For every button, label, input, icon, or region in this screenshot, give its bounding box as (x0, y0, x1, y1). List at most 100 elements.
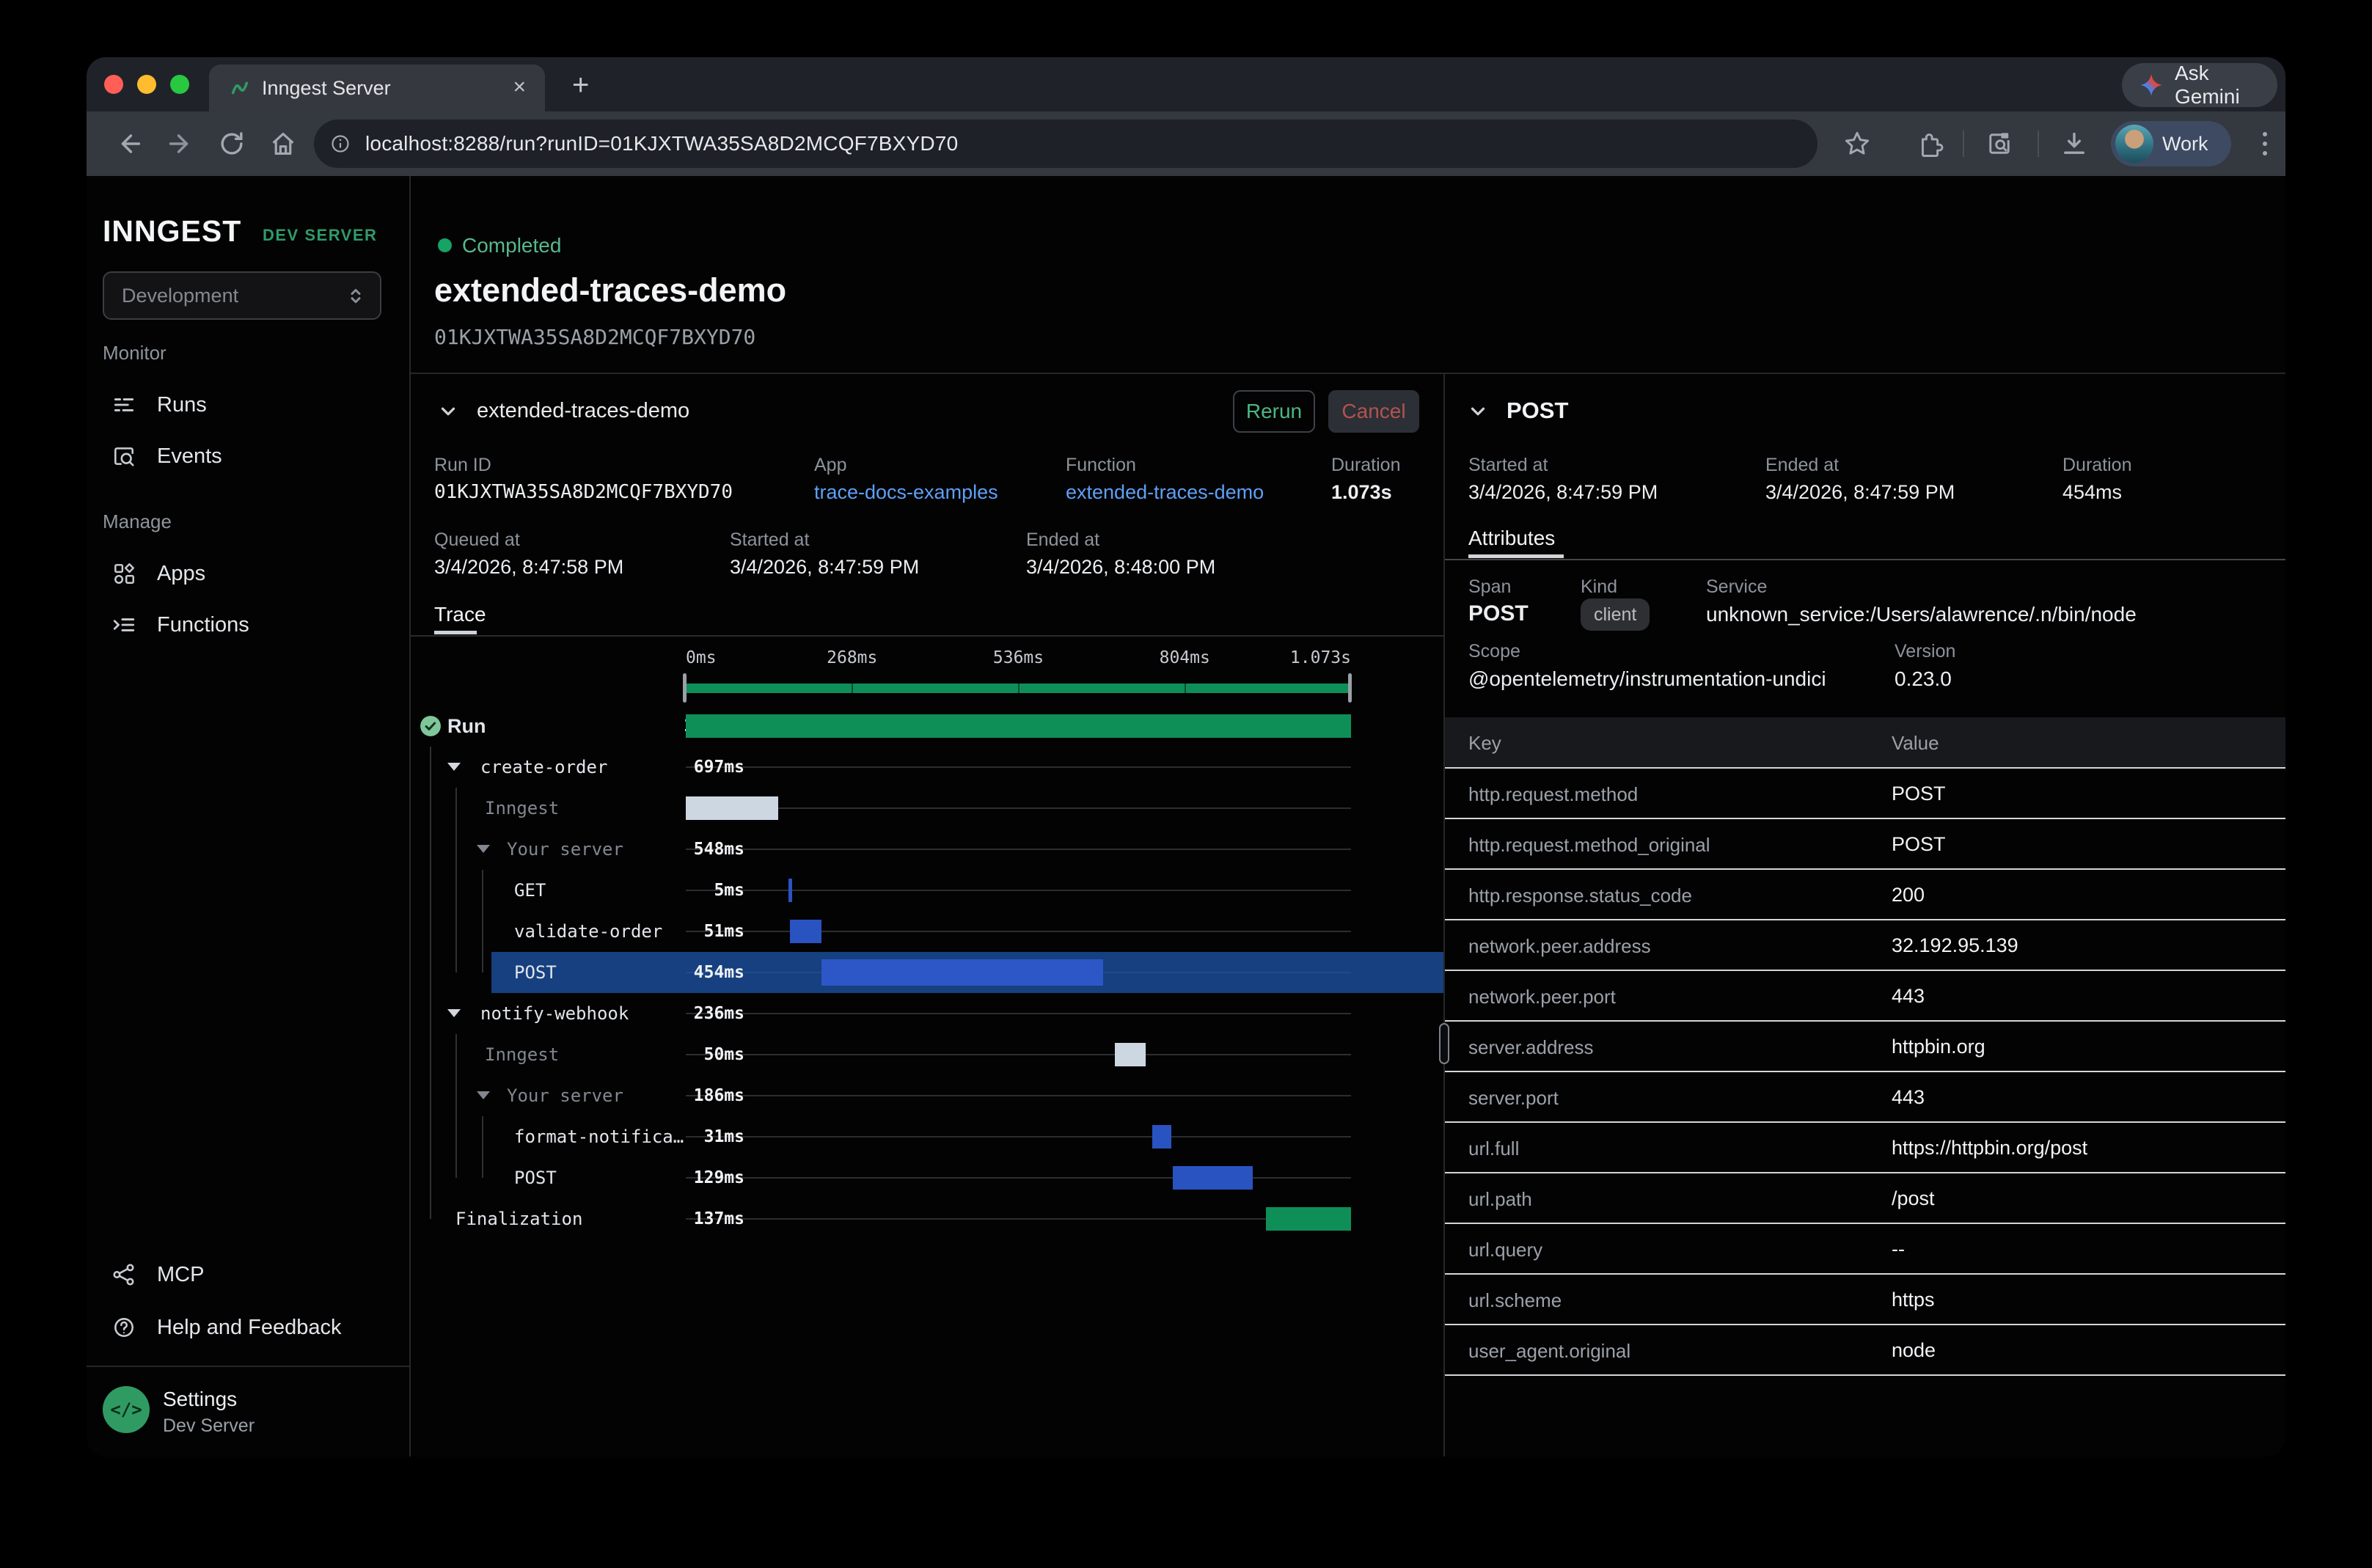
trace-row-post[interactable]: POST454ms (411, 952, 1443, 993)
close-tab-icon[interactable]: × (513, 75, 526, 100)
trace-row-validate-order[interactable]: validate-order51ms (411, 911, 1443, 952)
table-row[interactable]: url.path/post (1445, 1173, 2285, 1224)
meta-label: Ended at (1026, 530, 1099, 551)
tab-search-icon[interactable] (1983, 128, 2016, 160)
trace-row-name: POST (514, 1168, 557, 1188)
site-info-icon[interactable] (329, 132, 352, 155)
kind-badge: client (1581, 598, 1650, 631)
table-row[interactable]: url.query-- (1445, 1224, 2285, 1275)
table-row[interactable]: http.request.methodPOST (1445, 769, 2285, 819)
trace-row-duration: 697ms (694, 758, 744, 777)
span-meta-label: Duration (2062, 455, 2132, 476)
profile-button[interactable]: Work (2111, 121, 2231, 166)
table-row[interactable]: http.response.status_code200 (1445, 870, 2285, 920)
trace-row-post[interactable]: POST129ms (411, 1157, 1443, 1198)
trace-span-bar[interactable] (788, 879, 792, 902)
chevron-down-icon[interactable] (447, 1009, 461, 1017)
trace-row-run[interactable]: Run1.073s (411, 706, 1443, 747)
chevron-down-icon[interactable] (477, 845, 490, 853)
tab-trace[interactable]: Trace (434, 603, 486, 626)
forward-icon[interactable] (164, 128, 197, 160)
events-icon (111, 444, 136, 469)
table-row[interactable]: network.peer.port443 (1445, 971, 2285, 1022)
meta-value-function[interactable]: extended-traces-demo (1066, 481, 1264, 504)
sidebar-divider (87, 1366, 409, 1367)
chevron-down-icon[interactable] (447, 763, 461, 771)
back-icon[interactable] (113, 128, 145, 160)
browser-menu-icon[interactable] (2249, 128, 2281, 160)
trace-span-bar[interactable] (686, 714, 1351, 738)
trace-span-bar[interactable] (1266, 1207, 1351, 1231)
check-circle-icon (420, 715, 442, 737)
trace-span-bar[interactable] (1152, 1125, 1171, 1148)
trace-row-notify-webhook[interactable]: notify-webhook236ms (411, 993, 1443, 1034)
trace-row-duration: 31ms (704, 1127, 744, 1146)
span-detail-panel: POST Started at3/4/2026, 8:47:59 PMEnded… (1445, 373, 2285, 1457)
meta-value-app[interactable]: trace-docs-examples (814, 481, 998, 504)
table-row[interactable]: user_agent.originalnode (1445, 1325, 2285, 1376)
select-updown-icon (345, 285, 367, 307)
trace-span-bar[interactable] (1173, 1166, 1253, 1190)
sidebar-item-apps[interactable]: Apps (87, 550, 409, 597)
tab-trace-underline (434, 631, 477, 634)
meta-value-started-at: 3/4/2026, 8:47:59 PM (730, 556, 919, 579)
address-bar[interactable]: localhost:8288/run?runID=01KJXTWA35SA8D2… (314, 120, 1818, 168)
sidebar-item-help-and-feedback[interactable]: Help and Feedback (87, 1304, 409, 1351)
rerun-button[interactable]: Rerun (1233, 390, 1315, 433)
close-window-button[interactable] (104, 75, 123, 94)
table-row[interactable]: network.peer.address32.192.95.139 (1445, 920, 2285, 971)
table-row[interactable]: url.fullhttps://httpbin.org/post (1445, 1123, 2285, 1173)
download-icon[interactable] (2058, 128, 2090, 160)
reload-icon[interactable] (216, 128, 248, 160)
mcp-icon (111, 1262, 136, 1287)
trace-row-format-notifica-[interactable]: format-notifica… 31ms (411, 1116, 1443, 1157)
chevron-down-icon[interactable] (477, 1091, 490, 1099)
tab-attributes[interactable]: Attributes (1468, 527, 1555, 550)
attr-value: https://httpbin.org/post (1892, 1137, 2087, 1159)
extensions-icon[interactable] (1913, 128, 1945, 160)
minimize-window-button[interactable] (137, 75, 156, 94)
sidebar-item-runs[interactable]: Runs (87, 381, 409, 428)
minimap-left-handle[interactable] (683, 673, 687, 703)
trace-span-bar[interactable] (1115, 1043, 1146, 1066)
cancel-button[interactable]: Cancel (1328, 390, 1419, 433)
table-row[interactable]: http.request.method_originalPOST (1445, 819, 2285, 870)
attr-key: url.scheme (1468, 1289, 1562, 1312)
sidebar-settings[interactable]: </> Settings Dev Server (103, 1386, 396, 1437)
trace-row-inngest[interactable]: Inngest149ms (411, 788, 1443, 829)
table-row[interactable]: url.schemehttps (1445, 1275, 2285, 1325)
trace-span-bar[interactable] (686, 796, 778, 820)
minimap-right-handle[interactable] (1348, 673, 1352, 703)
sidebar-item-events[interactable]: Events (87, 433, 409, 480)
table-row[interactable]: server.port443 (1445, 1072, 2285, 1123)
trace-row-your-server[interactable]: Your server186ms (411, 1075, 1443, 1116)
table-row[interactable]: server.addresshttpbin.org (1445, 1022, 2285, 1072)
span-title: POST (1507, 398, 1568, 424)
trace-span-bar[interactable] (821, 959, 1103, 986)
minimap-tick (1018, 684, 1020, 693)
trace-row-your-server[interactable]: Your server548ms (411, 829, 1443, 870)
attr-value: 32.192.95.139 (1892, 934, 2018, 957)
trace-row-name: format-notifica… (514, 1126, 684, 1147)
sidebar-item-mcp[interactable]: MCP (87, 1251, 409, 1298)
ask-gemini-button[interactable]: Ask Gemini (2122, 63, 2277, 107)
sidebar-item-functions[interactable]: Functions (87, 601, 409, 648)
environment-select[interactable]: Development (103, 271, 381, 320)
zoom-window-button[interactable] (170, 75, 189, 94)
trace-row-get[interactable]: GET5ms (411, 870, 1443, 911)
desktop: Inngest Server × + Ask Gemini (0, 0, 2372, 1568)
attributes-border (1445, 559, 2285, 560)
collapse-trace-icon[interactable] (437, 400, 459, 422)
trace-span-bar[interactable] (790, 920, 821, 943)
collapse-span-icon[interactable] (1467, 400, 1489, 422)
span-value: POST (1468, 601, 1529, 626)
trace-row-name: Inngest (485, 798, 559, 818)
browser-tab[interactable]: Inngest Server × (209, 65, 545, 111)
trace-row-finalization[interactable]: Finalization137ms (411, 1198, 1443, 1239)
new-tab-button[interactable]: + (572, 70, 589, 100)
trace-row-create-order[interactable]: create-order697ms (411, 747, 1443, 788)
home-icon[interactable] (267, 128, 299, 160)
trace-row-inngest[interactable]: Inngest50ms (411, 1034, 1443, 1075)
meta-label: Function (1066, 455, 1136, 476)
bookmark-star-icon[interactable] (1841, 128, 1873, 160)
